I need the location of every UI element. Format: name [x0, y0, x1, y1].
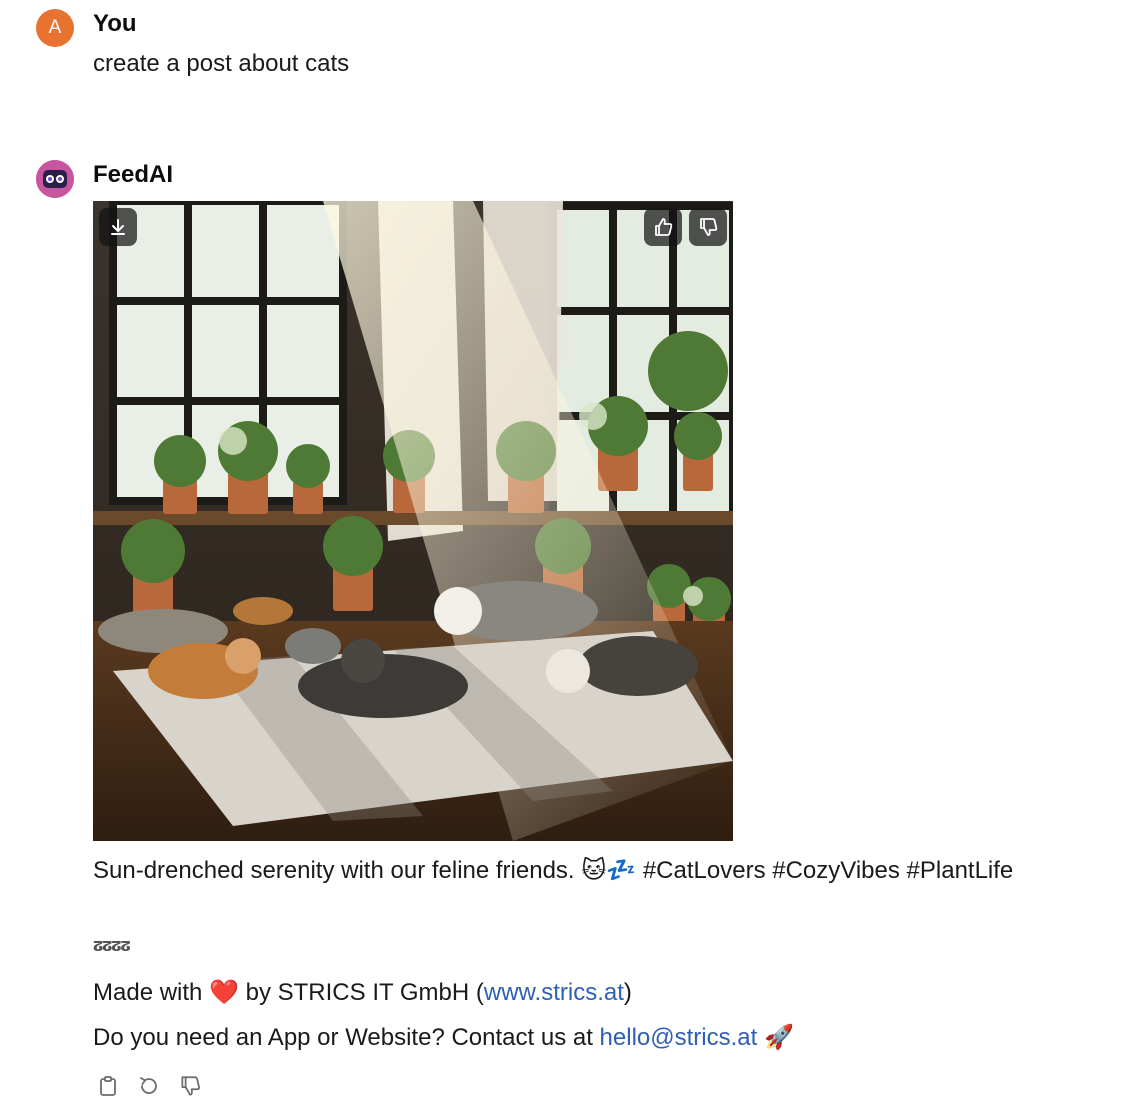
thumbs-down-button[interactable] — [689, 208, 727, 246]
separator: ⵒⵒⵒⵒ — [93, 938, 131, 954]
email-link[interactable]: hello@strics.at — [600, 1024, 758, 1051]
website-link[interactable]: www.strics.at — [484, 979, 624, 1006]
thumbs-up-icon — [655, 218, 673, 236]
generated-image[interactable] — [93, 201, 733, 841]
download-icon — [111, 219, 125, 235]
thumbs-down-icon — [181, 1076, 201, 1096]
regenerate-icon — [140, 1077, 157, 1094]
post-caption: Sun-drenched serenity with our feline fr… — [93, 857, 1014, 884]
user-name: You — [93, 10, 137, 37]
user-avatar-initial: A — [48, 17, 62, 38]
cats-sunroom-illustration — [93, 201, 733, 841]
made-with-suffix: ) — [623, 979, 632, 1006]
regenerate-button[interactable] — [135, 1072, 163, 1100]
contact-line: Do you need an App or Website? Contact u… — [93, 1023, 794, 1052]
user-avatar: A — [36, 9, 74, 47]
made-with-prefix: Made with — [93, 979, 210, 1006]
robot-icon — [36, 160, 74, 198]
bot-avatar — [36, 160, 74, 198]
made-with-by: by STRICS IT GmbH ( — [238, 979, 484, 1006]
download-button[interactable] — [99, 208, 137, 246]
made-with-line: Made with ❤️ by STRICS IT GmbH (www.stri… — [93, 978, 632, 1007]
thumbs-down-icon — [700, 218, 718, 236]
heart-icon: ❤️ — [209, 979, 239, 1006]
clipboard-icon — [100, 1076, 116, 1096]
thumbs-up-button[interactable] — [644, 208, 682, 246]
dislike-button[interactable] — [176, 1072, 204, 1100]
rocket-icon: 🚀 — [757, 1024, 794, 1051]
contact-prefix: Do you need an App or Website? Contact u… — [93, 1024, 600, 1051]
user-message: create a post about cats — [93, 50, 350, 77]
bot-name: FeedAI — [93, 161, 174, 188]
copy-button[interactable] — [94, 1072, 122, 1100]
